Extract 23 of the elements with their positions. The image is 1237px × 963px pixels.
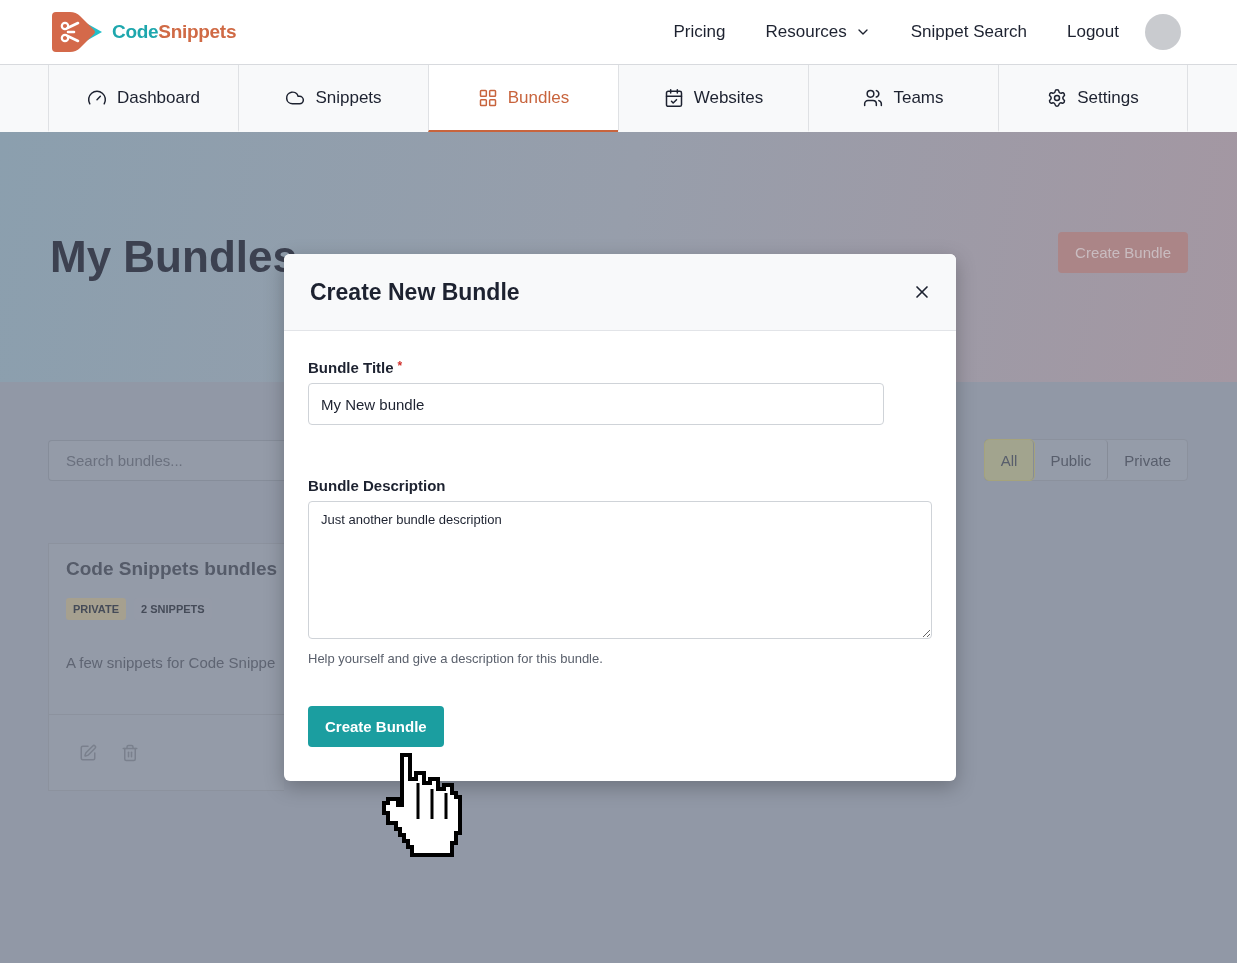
modal-title: Create New Bundle [310, 278, 520, 306]
users-icon [863, 87, 884, 108]
nav-link[interactable]: Logout [1067, 22, 1119, 42]
nav-tab[interactable]: Bundles [428, 65, 618, 132]
field-label: Bundle Description [308, 477, 446, 494]
nav-dropdown[interactable]: Resources [765, 22, 871, 42]
field-label: Bundle Title [308, 359, 394, 376]
bundle-title: Code Snippets bundles [66, 558, 279, 580]
avatar[interactable] [1145, 14, 1181, 50]
help-text: Help yourself and give a description for this bundle. [308, 651, 604, 666]
gear-icon [1047, 87, 1068, 108]
logo-text[interactable]: CodeSnippets [112, 21, 237, 43]
required-mark: * [397, 359, 403, 375]
page-title: My Bundles [50, 232, 297, 282]
nav-link[interactable]: Pricing [673, 22, 726, 42]
bundle-tag: PRIVATE [66, 598, 127, 620]
title-input[interactable]: My New bundle [308, 383, 884, 425]
trash-icon[interactable] [121, 743, 139, 762]
description-textarea[interactable]: Just another bundle description [308, 501, 932, 639]
grid-icon [477, 87, 498, 108]
nav-link[interactable]: Snippet Search [910, 22, 1027, 42]
edit-icon[interactable] [79, 743, 97, 762]
calendar-check-icon [663, 87, 684, 108]
